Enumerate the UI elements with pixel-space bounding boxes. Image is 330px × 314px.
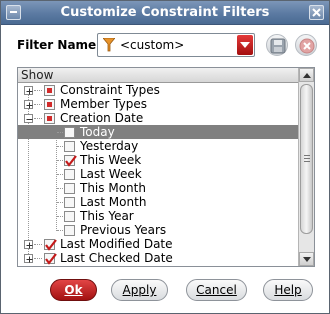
chevron-down-icon (240, 42, 250, 48)
delete-icon (299, 38, 315, 54)
tree-item-last-week[interactable]: Last Week (18, 167, 298, 181)
tree-item-label: Constraint Types (60, 83, 160, 97)
tree-item-this-week[interactable]: This Week (18, 153, 298, 167)
close-icon (312, 8, 321, 17)
tree-item-label: This Week (80, 153, 142, 167)
tree-item-checkbox[interactable] (64, 225, 75, 236)
tree-item-today[interactable]: Today (18, 125, 298, 139)
scrollbar-thumb[interactable] (300, 84, 313, 234)
tree-item-label: Today (80, 125, 115, 139)
tree-item-checkbox[interactable] (64, 169, 75, 180)
close-button[interactable] (309, 5, 324, 20)
tree-item-checkbox[interactable] (44, 85, 55, 96)
scroll-down-button[interactable] (299, 252, 314, 266)
tree-column-header[interactable]: Show (18, 68, 298, 83)
filter-name-label: Filter Name: (17, 38, 101, 52)
filter-name-value: <custom> (120, 38, 185, 52)
tree-item-checkbox[interactable] (64, 141, 75, 152)
tree-item-checkbox[interactable] (44, 253, 57, 265)
tree-item-previous-years[interactable]: Previous Years (18, 223, 298, 237)
checkmark-icon (45, 253, 57, 265)
tree-item-checkbox[interactable] (44, 113, 55, 124)
filter-tree[interactable]: Show Constraint Types Member Types Creat… (17, 67, 315, 267)
dialog-window: Customize Constraint Filters Filter Name… (0, 0, 330, 314)
scroll-up-button[interactable] (299, 68, 314, 82)
tree-item-checkbox[interactable] (64, 155, 77, 167)
tree-item-last-checked-date[interactable]: Last Checked Date (18, 251, 298, 265)
tree-item-checkbox[interactable] (64, 211, 75, 222)
title-bar[interactable]: Customize Constraint Filters (1, 1, 329, 25)
tree-item-label: This Year (80, 209, 134, 223)
tree-item-creation-date[interactable]: Creation Date (18, 111, 298, 125)
tree-item-member-types[interactable]: Member Types (18, 97, 298, 111)
cancel-button[interactable]: Cancel (186, 279, 247, 301)
tree-item-label: Last Checked Date (60, 251, 173, 265)
apply-button[interactable]: Apply (111, 279, 168, 301)
floppy-disk-icon (270, 38, 286, 54)
tree-item-checkbox[interactable] (64, 183, 75, 194)
vertical-scrollbar[interactable] (298, 68, 314, 266)
dialog-title: Customize Constraint Filters (60, 5, 270, 20)
save-filter-button[interactable] (266, 34, 288, 56)
delete-filter-button[interactable] (295, 34, 317, 56)
tree-item-yesterday[interactable]: Yesterday (18, 139, 298, 153)
tree-item-label: Previous Years (80, 223, 167, 237)
tree-item-label: Creation Date (60, 111, 144, 125)
funnel-icon (103, 38, 115, 52)
expand-icon[interactable] (24, 254, 33, 263)
tree-item-label: Last Month (80, 195, 147, 209)
tree-item-checkbox[interactable] (44, 99, 55, 110)
tree-item-checkbox[interactable] (64, 127, 75, 138)
checkmark-icon (65, 155, 77, 167)
help-button[interactable]: Help (263, 279, 313, 301)
tree-item-checkbox[interactable] (44, 239, 57, 251)
expand-icon[interactable] (24, 240, 33, 249)
tree-item-this-year[interactable]: This Year (18, 209, 298, 223)
arrow-up-icon (303, 73, 311, 78)
expand-icon[interactable] (24, 100, 33, 109)
tree-item-last-month[interactable]: Last Month (18, 195, 298, 209)
checkmark-icon (45, 239, 57, 251)
tree-item-constraint-types[interactable]: Constraint Types (18, 83, 298, 97)
arrow-down-icon (303, 257, 311, 262)
ok-button[interactable]: Ok (50, 279, 97, 301)
tree-item-this-month[interactable]: This Month (18, 181, 298, 195)
tree-item-label: Yesterday (80, 139, 139, 153)
collapse-icon[interactable] (24, 114, 33, 123)
filter-name-combo[interactable]: <custom> (97, 33, 255, 57)
tree-item-last-modified-date[interactable]: Last Modified Date (18, 237, 298, 251)
show-column-label: Show (21, 68, 54, 82)
tree-item-label: Last Modified Date (60, 237, 173, 251)
tree-item-label: Member Types (60, 97, 147, 111)
expand-icon[interactable] (24, 86, 33, 95)
filter-dropdown-button[interactable] (237, 35, 253, 55)
tree-item-label: Last Week (80, 167, 142, 181)
tree-item-label: This Month (80, 181, 146, 195)
tree-item-checkbox[interactable] (64, 197, 75, 208)
